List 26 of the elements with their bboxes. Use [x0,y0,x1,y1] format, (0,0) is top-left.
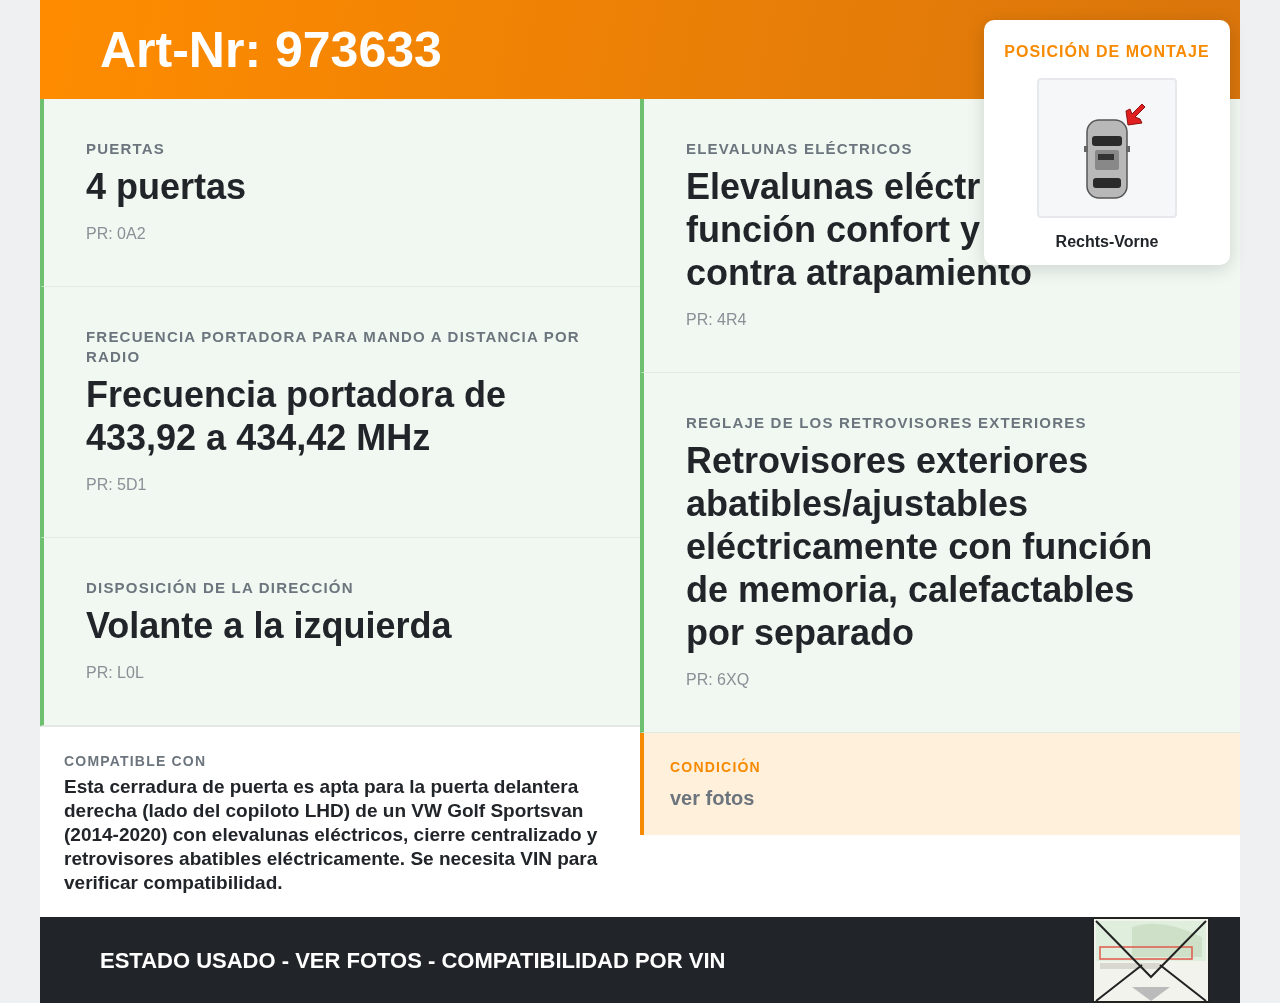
feature-label: DISPOSICIÓN DE LA DIRECCIÓN [86,578,355,598]
feature-value: Volante a la izquierda [86,604,452,647]
article-number-title: Art-Nr: 973633 [100,20,442,80]
pr-code: PR: 4R4 [686,310,748,330]
condition-label: CONDICIÓN [670,757,762,777]
condition-value: ver fotos [670,786,756,811]
position-label: Rechts-Vorne [1055,232,1159,252]
pr-code: PR: 5D1 [86,475,148,495]
pr-code: PR: L0L [86,663,145,683]
footer-text: ESTADO USADO - VER FOTOS - COMPATIBILIDAD POR VIN [100,946,726,975]
feature-value: contra atrapamiento [686,251,1033,294]
section-label: COMPATIBLE CON [64,752,208,771]
compatibility-text: Esta cerradura de puerta es apta para la puerta delantera derecha (lado del copiloto LHD) de un VW Golf Sportsvan (2014-2020) con elevalunas eléctricos, cierre centralizado y retrovisores abatibles eléctricamente. Se necesita VIN para verificar compatibilidad. [64,775,599,895]
feature-label: ELEVALUNAS ELÉCTRICOS [686,139,914,159]
feature-value: función confort y [686,208,980,251]
popup-title: POSICIÓN DE MONTAJE [1004,41,1210,62]
feature-label: FRECUENCIA PORTADORA PARA MANDO A DISTANCIA POR RADIO [86,327,581,367]
feature-value: Frecuencia portadora de 433,92 a 434,42 MHz [86,373,508,459]
pr-code: PR: 6XQ [686,670,751,690]
feature-value: Elevalunas eléctr [686,165,981,208]
feature-value: 4 puertas [86,165,247,208]
arrow-icon [1125,104,1147,126]
feature-label: REGLAJE DE LOS RETROVISORES EXTERIORES [686,413,1088,433]
feature-value: Retrovisores exteriores abatibles/ajustables eléctricamente con función de memoria, calefactables por separado [686,439,1154,654]
feature-label: PUERTAS [86,139,166,159]
pr-code: PR: 0A2 [86,224,147,244]
